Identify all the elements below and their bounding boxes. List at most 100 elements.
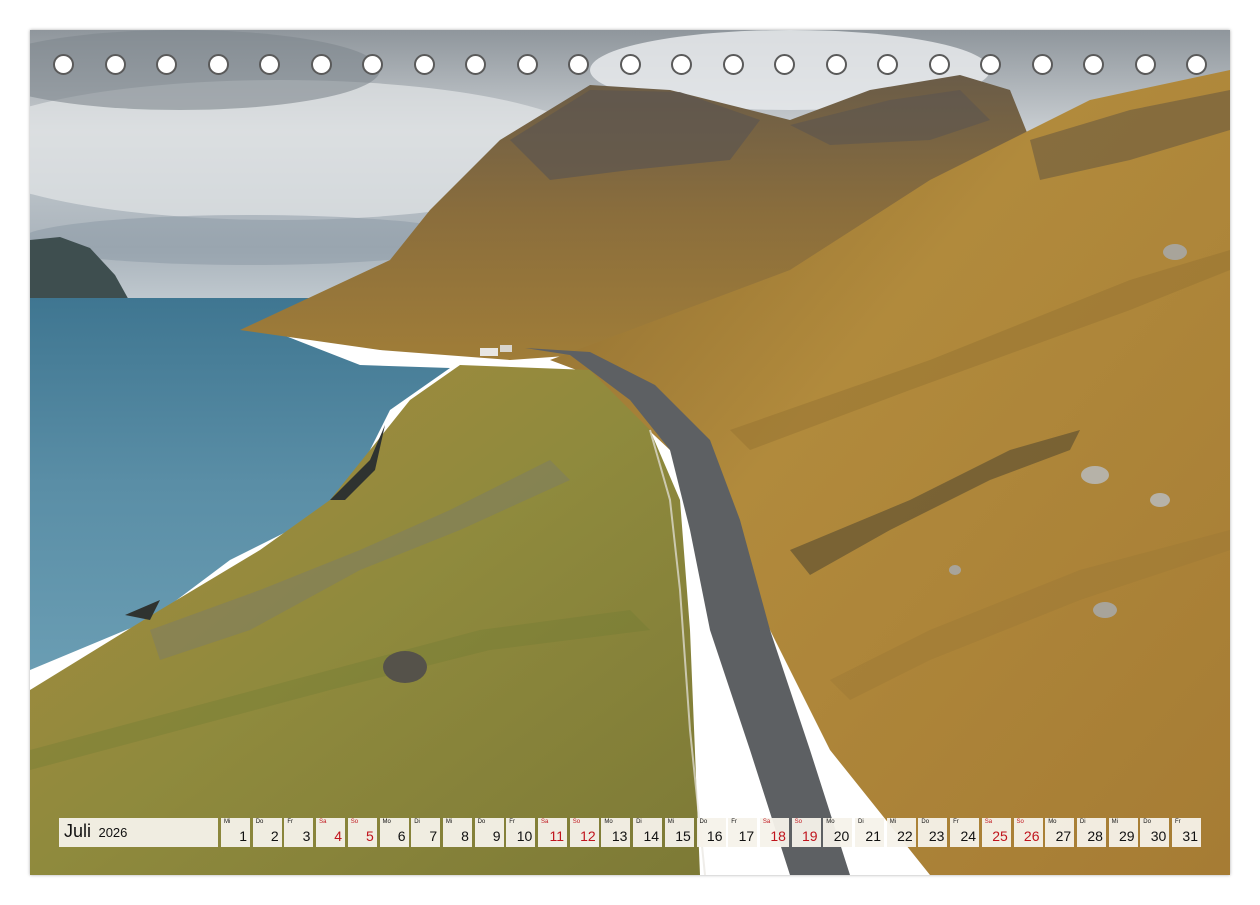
day-cell: Sa 4 (316, 818, 346, 847)
day-number: 31 (1182, 828, 1198, 844)
binding-hole (774, 54, 795, 75)
day-number: 15 (675, 828, 691, 844)
day-cell: Do 30 (1140, 818, 1170, 847)
month-name: Juli (64, 821, 92, 841)
day-cell: Mi 15 (664, 818, 694, 847)
day-cell: So 19 (791, 818, 821, 847)
day-cell: Mi 22 (886, 818, 916, 847)
weekday-label: Mi (1111, 819, 1118, 825)
binding-hole (1031, 54, 1053, 75)
binding-hole (53, 54, 74, 75)
weekday-label: Do (699, 819, 708, 825)
day-cell: Mo 27 (1045, 818, 1075, 847)
day-number: 6 (397, 828, 406, 844)
calendar-strip: Juli 2026 Mi 1 Do 2 Fr 3 Sa 4 So 5 Mo 6 Di 7 Mi 8 Do 9 Fr 1… (59, 818, 1202, 847)
day-number: 28 (1087, 828, 1103, 844)
day-number: 22 (897, 828, 913, 844)
weekday-label: Do (1143, 819, 1151, 825)
day-cell: Mo 13 (601, 818, 631, 847)
day-cell: Fr 17 (728, 818, 758, 847)
day-cell: Di 14 (633, 818, 663, 847)
weekday-label: Mo (826, 819, 835, 825)
weekday-label: Mo (1048, 819, 1057, 825)
weekday-label: Mi (445, 819, 453, 825)
binding-hole (671, 54, 692, 75)
day-cell: Mi 8 (442, 818, 472, 847)
day-cell: Mi 29 (1108, 818, 1138, 847)
binding-hole (1134, 54, 1156, 75)
day-number: 30 (1150, 828, 1167, 844)
weekday-label: So (350, 819, 359, 825)
weekday-label: Fr (1175, 819, 1181, 825)
binding-hole (104, 54, 126, 75)
weekday-label: Do (921, 819, 930, 825)
binding-hole (362, 54, 383, 75)
weekday-label: So (794, 819, 802, 825)
day-cell: Mo 20 (823, 818, 853, 847)
weekday-label: Fr (953, 819, 959, 825)
binding-hole (825, 54, 847, 75)
weekday-label: So (572, 819, 581, 825)
weekday-label: Di (858, 819, 864, 825)
weekday-label: Di (636, 819, 642, 825)
month-year: 2026 (98, 825, 128, 840)
binding-hole (310, 54, 332, 75)
weekday-label: Mi (667, 819, 675, 825)
day-cell: Do 23 (918, 818, 948, 847)
binding-hole (877, 54, 898, 75)
day-cell: Di 28 (1076, 818, 1106, 847)
day-number: 8 (461, 828, 469, 844)
binding-holes (50, 54, 1210, 80)
binding-hole (568, 54, 589, 75)
day-number: 9 (492, 828, 501, 844)
day-cell: Mo 6 (379, 818, 409, 847)
day-cell: Fr 3 (284, 818, 314, 847)
day-number: 10 (516, 828, 533, 844)
landscape-photo (30, 30, 1230, 875)
weekday-label: So (1016, 819, 1024, 825)
day-number: 29 (1119, 828, 1135, 844)
day-number: 2 (270, 828, 279, 844)
day-number: 4 (334, 828, 343, 844)
weekday-label: Do (255, 819, 264, 825)
weekday-label: Sa (984, 819, 993, 825)
day-cell: Fr 31 (1172, 818, 1201, 847)
day-number: 21 (865, 828, 881, 844)
binding-hole (722, 54, 744, 75)
day-number: 11 (549, 828, 564, 844)
month-label: Juli 2026 (59, 818, 218, 847)
binding-hole (207, 54, 229, 75)
weekday-label: Mo (604, 819, 613, 825)
day-number: 26 (1023, 828, 1040, 844)
day-cell: Sa 25 (981, 818, 1011, 847)
weekday-label: Do (477, 819, 486, 825)
binding-hole (980, 54, 1001, 75)
day-cell: Fr 10 (506, 818, 536, 847)
day-cell: Do 16 (696, 818, 726, 847)
weekday-label: Sa (762, 819, 771, 825)
day-number: 24 (960, 828, 977, 844)
weekday-label: Mo (382, 819, 391, 825)
day-number: 3 (302, 828, 311, 844)
weekday-label: Fr (509, 819, 515, 825)
day-cell: Do 2 (252, 818, 282, 847)
day-cell: Sa 18 (759, 818, 789, 847)
day-cell: So 26 (1013, 818, 1043, 847)
day-number: 5 (366, 828, 374, 844)
weekday-label: Sa (319, 819, 327, 825)
day-number: 14 (643, 828, 660, 844)
day-cell: Di 7 (411, 818, 441, 847)
weekday-label: Sa (541, 819, 549, 825)
weekday-label: Fr (731, 819, 737, 825)
day-cell: Di 21 (855, 818, 884, 847)
weekday-label: Mi (889, 819, 897, 825)
day-cell: Do 9 (474, 818, 504, 847)
weekday-label: Mi (224, 819, 231, 825)
day-cell: Sa 11 (538, 818, 567, 847)
day-number: 25 (992, 828, 1008, 844)
binding-hole (1186, 54, 1207, 75)
weekday-label: Fr (287, 819, 294, 825)
day-cell: Mi 1 (221, 818, 250, 847)
day-number: 13 (611, 828, 628, 844)
day-number: 17 (738, 828, 755, 844)
